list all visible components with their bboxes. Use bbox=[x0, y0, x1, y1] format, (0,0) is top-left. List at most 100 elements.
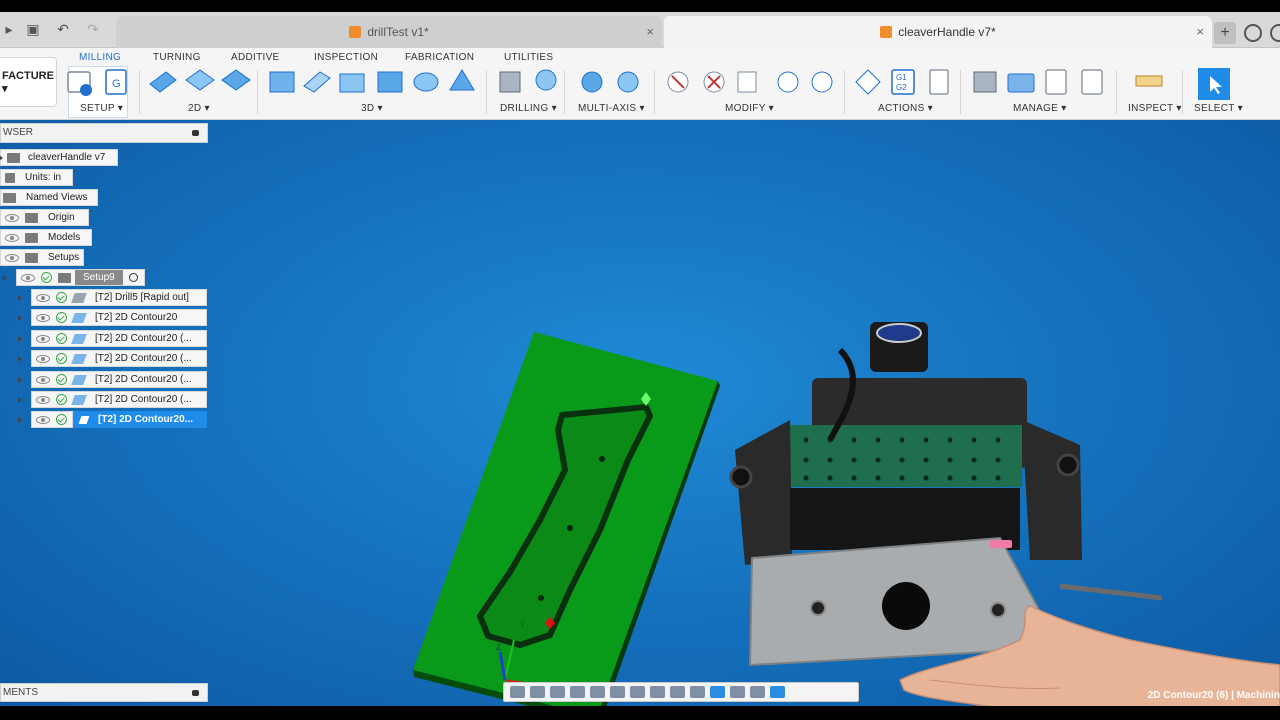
tree-item-origin[interactable]: Origin bbox=[0, 209, 89, 226]
eye-icon[interactable] bbox=[36, 415, 50, 424]
look-at-icon[interactable] bbox=[530, 686, 545, 698]
tree-item-units[interactable]: Units: in bbox=[0, 169, 73, 186]
effects-icon[interactable] bbox=[770, 686, 785, 698]
eye-icon[interactable] bbox=[36, 334, 50, 343]
grid-icon[interactable] bbox=[630, 686, 645, 698]
tool-display-icon[interactable] bbox=[750, 686, 765, 698]
group-inspect[interactable]: INSPECT ▾ bbox=[1128, 103, 1182, 114]
online-status-icon[interactable] bbox=[1244, 24, 1262, 42]
tree-operation[interactable]: [T2] 2D Contour20 (... bbox=[18, 350, 207, 367]
pan-icon[interactable] bbox=[550, 686, 565, 698]
toolpath-icon[interactable] bbox=[690, 686, 705, 698]
tab-cleaverhandle[interactable]: cleaverHandle v7* × bbox=[664, 16, 1212, 48]
tree-root[interactable]: cleaverHandle v7 bbox=[0, 149, 118, 166]
simulation-icon[interactable] bbox=[710, 686, 725, 698]
contour-icon bbox=[377, 71, 403, 93]
save-icon[interactable]: ▣ bbox=[24, 20, 42, 38]
delete-toolpath-icon bbox=[703, 71, 725, 93]
undo-icon[interactable]: ↶ bbox=[54, 20, 72, 38]
setup-icon bbox=[58, 272, 71, 283]
eye-icon[interactable] bbox=[36, 293, 50, 302]
operation-label: [T2] 2D Contour20 (... bbox=[95, 353, 192, 364]
tab-turning[interactable]: TURNING bbox=[153, 52, 201, 63]
collapse-icon[interactable] bbox=[192, 690, 199, 696]
cut-icon bbox=[667, 71, 689, 93]
eye-icon[interactable] bbox=[5, 253, 19, 262]
notifications-icon[interactable] bbox=[1270, 24, 1280, 42]
expand-icon[interactable] bbox=[18, 417, 22, 423]
root-label: cleaverHandle v7 bbox=[28, 152, 106, 163]
operation-label: [T2] 2D Contour20 (... bbox=[95, 333, 192, 344]
group-3d[interactable]: 3D ▾ bbox=[361, 103, 383, 114]
check-icon bbox=[56, 414, 67, 425]
check-icon bbox=[56, 353, 67, 364]
group-manage[interactable]: MANAGE ▾ bbox=[1013, 103, 1067, 114]
machine-display-icon[interactable] bbox=[730, 686, 745, 698]
status-text: 2D Contour20 (6) | Machinin bbox=[1147, 690, 1280, 701]
tab-fabrication[interactable]: FABRICATION bbox=[405, 52, 474, 63]
expand-icon[interactable] bbox=[18, 295, 22, 301]
tab-milling[interactable]: MILLING bbox=[79, 52, 121, 63]
tree-operation[interactable]: [T2] 2D Contour20 bbox=[18, 309, 207, 326]
tree-operation[interactable]: [T2] 2D Contour20 (... bbox=[18, 371, 207, 388]
tab-drilltest[interactable]: drillTest v1* × bbox=[116, 16, 662, 48]
expand-icon[interactable] bbox=[18, 336, 22, 342]
tree-operation-icons[interactable] bbox=[18, 411, 73, 428]
close-icon[interactable]: × bbox=[646, 24, 654, 39]
app-window: ▸ ▣ ↶ ↷ drillTest v1* × cleaverHandle v7… bbox=[0, 0, 1280, 720]
eye-icon[interactable] bbox=[36, 395, 50, 404]
orbit-icon[interactable] bbox=[510, 686, 525, 698]
3d-pocket-icon bbox=[303, 71, 331, 93]
active-setup-icon[interactable] bbox=[128, 273, 138, 282]
tree-operation-selected[interactable]: [T2] 2D Contour20... bbox=[73, 411, 207, 428]
pink-tab bbox=[990, 540, 1012, 548]
menu-icon[interactable]: ▸ bbox=[0, 20, 18, 38]
tree-item-setups[interactable]: Setups bbox=[0, 249, 84, 266]
group-2d[interactable]: 2D ▾ bbox=[188, 103, 210, 114]
display-settings-icon[interactable] bbox=[610, 686, 625, 698]
group-multi-axis[interactable]: MULTI-AXIS ▾ bbox=[578, 103, 645, 114]
stock-icon[interactable] bbox=[670, 686, 685, 698]
ribbon-separator bbox=[960, 70, 961, 114]
tree-operation[interactable]: [T2] Drill5 [Rapid out] bbox=[18, 289, 207, 306]
eye-icon[interactable] bbox=[21, 273, 35, 282]
tab-title: cleaverHandle v7* bbox=[898, 25, 996, 39]
tree-item-named-views[interactable]: Named Views bbox=[0, 189, 98, 206]
operation-label: [T2] 2D Contour20 bbox=[95, 312, 178, 323]
tree-operation[interactable]: [T2] 2D Contour20 (... bbox=[18, 391, 207, 408]
group-actions[interactable]: ACTIONS ▾ bbox=[878, 103, 933, 114]
parallel-icon bbox=[449, 69, 475, 91]
viewports-icon[interactable] bbox=[650, 686, 665, 698]
eye-icon[interactable] bbox=[5, 213, 19, 222]
group-select[interactable]: SELECT ▾ bbox=[1194, 103, 1243, 114]
eye-icon[interactable] bbox=[36, 375, 50, 384]
document-tab-strip: ▸ ▣ ↶ ↷ drillTest v1* × cleaverHandle v7… bbox=[0, 12, 1280, 48]
redo-icon[interactable]: ↷ bbox=[84, 20, 102, 38]
eye-icon[interactable] bbox=[36, 313, 50, 322]
collapse-icon[interactable] bbox=[192, 130, 199, 136]
document-icon bbox=[7, 152, 20, 163]
expand-icon[interactable] bbox=[0, 155, 3, 161]
tab-utilities[interactable]: UTILITIES bbox=[504, 52, 553, 63]
eye-icon[interactable] bbox=[36, 354, 50, 363]
expand-icon[interactable] bbox=[3, 275, 7, 281]
expand-icon[interactable] bbox=[18, 315, 22, 321]
new-tab-button[interactable]: + bbox=[1214, 22, 1236, 44]
group-modify[interactable]: MODIFY ▾ bbox=[725, 103, 774, 114]
zoom-icon[interactable] bbox=[570, 686, 585, 698]
ribbon-icons: G G1G2 bbox=[67, 68, 1230, 100]
browser-title: WSER bbox=[3, 127, 33, 138]
tab-inspection[interactable]: INSPECTION bbox=[314, 52, 378, 63]
expand-icon[interactable] bbox=[18, 356, 22, 362]
eye-icon[interactable] bbox=[5, 233, 19, 242]
tree-operation[interactable]: [T2] 2D Contour20 (... bbox=[18, 330, 207, 347]
expand-icon[interactable] bbox=[18, 397, 22, 403]
tree-item-setup9[interactable]: Setup9 bbox=[3, 269, 145, 286]
group-setup[interactable]: SETUP ▾ bbox=[80, 103, 123, 114]
tab-additive[interactable]: ADDITIVE bbox=[231, 52, 280, 63]
group-drilling[interactable]: DRILLING ▾ bbox=[500, 103, 557, 114]
close-icon[interactable]: × bbox=[1196, 24, 1204, 39]
tree-item-models[interactable]: Models bbox=[0, 229, 92, 246]
expand-icon[interactable] bbox=[18, 377, 22, 383]
zoom-window-icon[interactable] bbox=[590, 686, 605, 698]
